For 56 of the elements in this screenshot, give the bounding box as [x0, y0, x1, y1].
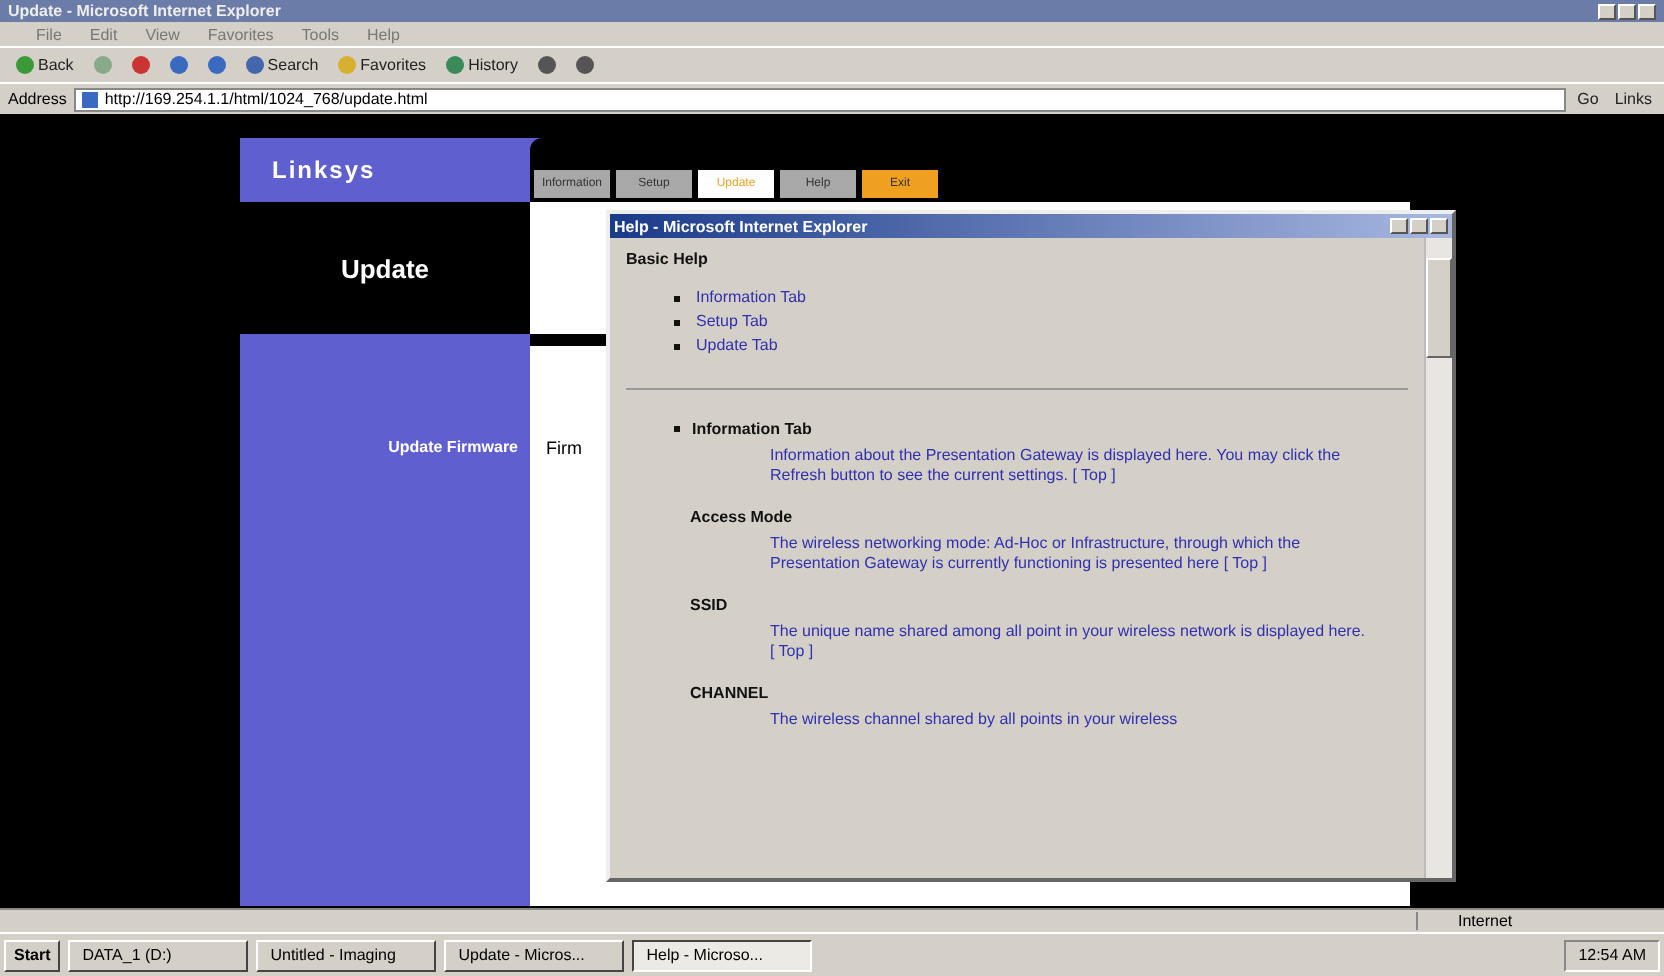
- status-zone: Internet: [1416, 912, 1656, 930]
- minimize-button[interactable]: [1390, 218, 1408, 234]
- address-field[interactable]: http://169.254.1.1/html/1024_768/update.html: [74, 87, 1566, 111]
- toolbar-button[interactable]: [571, 56, 598, 74]
- taskbar-button[interactable]: Help - Microso...: [632, 939, 813, 971]
- section-heading: Information Tab: [692, 420, 812, 438]
- help-text: The wireless channel shared by all points in your wireless: [770, 710, 1180, 730]
- section-heading: Access Mode: [690, 508, 793, 526]
- toolbar-icon: [446, 56, 465, 74]
- taskbar-button[interactable]: Untitled - Imaging: [256, 939, 437, 971]
- maximize-button[interactable]: [1618, 3, 1636, 19]
- toolbar-button[interactable]: [127, 56, 154, 74]
- section-title: Update: [240, 202, 530, 334]
- top-link[interactable]: [ Top ]: [1223, 554, 1267, 572]
- field-value: Firm: [546, 438, 582, 458]
- clock: 12:54 AM: [1578, 946, 1646, 964]
- toolbar-icon: [338, 56, 357, 74]
- go-button[interactable]: Go: [1573, 90, 1603, 108]
- help-text: The wireless networking mode: Ad-Hoc or Infrastructure, through which the Presentation Gateway is currently functioning is presented here [ Top ]: [770, 534, 1303, 574]
- start-button[interactable]: Start: [4, 939, 61, 971]
- page-icon: [82, 91, 99, 107]
- bullet-icon: [674, 319, 680, 325]
- toolbar-icon: [16, 56, 34, 74]
- help-heading: Basic Help: [626, 250, 710, 268]
- section-heading: CHANNEL: [690, 684, 769, 702]
- field-label: Update Firmware: [386, 438, 520, 456]
- toolbar-button[interactable]: Search: [241, 56, 323, 74]
- taskbar-button[interactable]: Update - Micros...: [444, 939, 625, 971]
- toolbar-button[interactable]: Favorites: [334, 56, 431, 74]
- address-label: Address: [8, 90, 67, 108]
- bullet-icon: [674, 295, 680, 301]
- toolbar-button[interactable]: History: [442, 56, 522, 74]
- links-button[interactable]: Links: [1610, 90, 1656, 108]
- top-link[interactable]: [ Top ]: [770, 642, 814, 660]
- scrollbar[interactable]: [1424, 238, 1452, 878]
- help-link[interactable]: Update Tab: [696, 334, 778, 358]
- help-text: Information about the Presentation Gateway is displayed here. You may click the Refresh button to see the current settings. [ Top ]: [770, 446, 1343, 486]
- maximize-button[interactable]: [1410, 218, 1428, 234]
- window-title: Update - Microsoft Internet Explorer: [8, 2, 281, 20]
- section-heading: SSID: [690, 596, 728, 614]
- help-text: The unique name shared among all point in your wireless network is displayed here. [ Top ]: [770, 622, 1367, 662]
- toolbar-button[interactable]: Back: [12, 56, 78, 74]
- logo: Linksys: [270, 154, 378, 188]
- close-button[interactable]: [1430, 218, 1448, 234]
- bullet-icon: [674, 426, 680, 432]
- bullet-icon: [674, 343, 680, 349]
- taskbar-button[interactable]: DATA_1 (D:): [68, 939, 249, 971]
- help-window-title: Help - Microsoft Internet Explorer: [614, 217, 868, 235]
- toolbar-button[interactable]: [165, 56, 192, 74]
- minimize-button[interactable]: [1598, 3, 1616, 19]
- top-link[interactable]: [ Top ]: [1072, 466, 1116, 484]
- help-link[interactable]: Information Tab: [696, 286, 806, 310]
- help-link[interactable]: Setup Tab: [696, 310, 768, 334]
- toolbar-button[interactable]: [203, 56, 230, 74]
- close-button[interactable]: [1638, 3, 1656, 19]
- toolbar-button[interactable]: [533, 56, 560, 74]
